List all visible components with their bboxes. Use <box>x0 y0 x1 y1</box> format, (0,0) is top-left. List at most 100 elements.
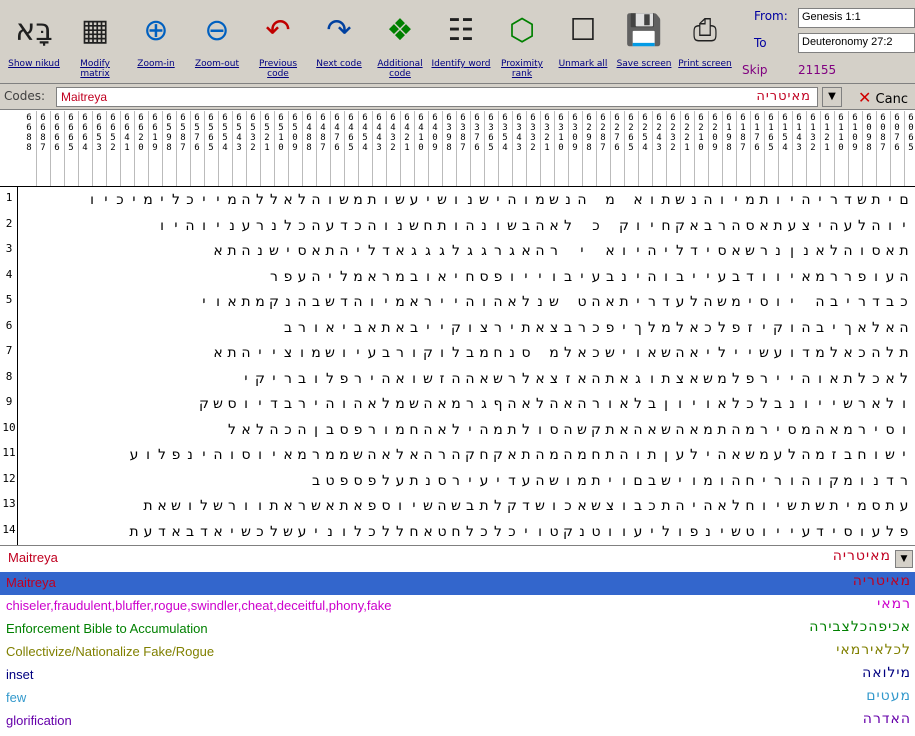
matrix-letter[interactable]: י <box>785 368 799 390</box>
matrix-letter[interactable]: ו <box>771 291 785 313</box>
matrix-letter[interactable]: ו <box>617 470 631 492</box>
matrix-letter[interactable]: א <box>211 240 225 262</box>
matrix-letter[interactable]: ה <box>561 419 575 441</box>
matrix-letter[interactable]: ח <box>421 215 435 237</box>
matrix-letter[interactable]: ש <box>323 291 337 313</box>
matrix-letter[interactable]: ו <box>225 444 239 466</box>
matrix-letter[interactable]: ש <box>575 419 589 441</box>
matrix-letter[interactable]: ה <box>813 419 827 441</box>
matrix-letter[interactable]: א <box>799 266 813 288</box>
matrix-letter[interactable]: ס <box>435 470 449 492</box>
matrix-letter[interactable]: י <box>897 215 911 237</box>
matrix-letter[interactable]: נ <box>323 521 337 543</box>
matrix-letter[interactable]: ו <box>883 215 897 237</box>
matrix-letter[interactable]: ג <box>631 368 645 390</box>
matrix-letter[interactable]: ש <box>743 240 757 262</box>
matrix-letter[interactable]: צ <box>547 317 561 339</box>
matrix-letter[interactable]: ו <box>253 495 267 517</box>
matrix-letter[interactable]: ש <box>603 342 617 364</box>
matrix-letter[interactable]: ה <box>841 240 855 262</box>
matrix-letter[interactable]: ע <box>771 444 785 466</box>
matrix-letter[interactable]: י <box>631 291 645 313</box>
matrix-letter[interactable]: ו <box>771 189 785 211</box>
matrix-letter[interactable]: א <box>239 419 253 441</box>
matrix-letter[interactable]: ש <box>421 495 435 517</box>
matrix-letter[interactable]: א <box>729 444 743 466</box>
matrix-letter[interactable]: ו <box>631 444 645 466</box>
matrix-letter[interactable]: ה <box>449 444 463 466</box>
matrix-letter[interactable]: ו <box>295 342 309 364</box>
matrix-letter[interactable]: ב <box>407 266 421 288</box>
matrix-letter[interactable]: ס <box>715 240 729 262</box>
matrix-letter[interactable]: מ <box>743 189 757 211</box>
matrix-letter[interactable]: י <box>743 342 757 364</box>
matrix-letter[interactable]: י <box>225 521 239 543</box>
matrix-letter[interactable]: מ <box>141 189 155 211</box>
matrix-letter[interactable]: ת <box>141 495 155 517</box>
matrix-letter[interactable]: י <box>701 240 715 262</box>
matrix-letter[interactable]: ה <box>561 444 575 466</box>
matrix-letter[interactable]: ש <box>883 444 897 466</box>
matrix-letter[interactable]: ו <box>603 393 617 415</box>
matrix-letter[interactable]: ו <box>617 495 631 517</box>
matrix-letter[interactable]: ה <box>813 291 827 313</box>
matrix-letter[interactable]: ב <box>323 419 337 441</box>
matrix-letter[interactable]: מ <box>799 419 813 441</box>
matrix-letter[interactable]: ה <box>617 444 631 466</box>
matrix-letter[interactable]: א <box>533 317 547 339</box>
matrix-letter[interactable]: ל <box>491 495 505 517</box>
matrix-letter[interactable]: י <box>743 291 757 313</box>
matrix-letter[interactable]: מ <box>813 342 827 364</box>
matrix-letter[interactable]: נ <box>421 470 435 492</box>
zoom-out-button[interactable]: ⊖ Zoom-out <box>187 4 247 82</box>
zoom-in-button[interactable]: ⊕ Zoom-in <box>126 4 186 82</box>
matrix-letter[interactable]: ח <box>407 419 421 441</box>
matrix-letter[interactable]: מ <box>701 470 715 492</box>
matrix-letter[interactable]: י <box>771 368 785 390</box>
matrix-letter[interactable]: ל <box>155 444 169 466</box>
matrix-letter[interactable]: ש <box>323 342 337 364</box>
matrix-letter[interactable]: פ <box>855 266 869 288</box>
matrix-letter[interactable]: י <box>197 444 211 466</box>
matrix-letter[interactable]: ש <box>659 470 673 492</box>
matrix-letter[interactable]: ל <box>827 342 841 364</box>
matrix-letter[interactable]: א <box>687 342 701 364</box>
matrix-letter[interactable]: א <box>645 419 659 441</box>
matrix-letter[interactable]: י <box>99 189 113 211</box>
matrix-letter[interactable]: ל <box>673 317 687 339</box>
matrix-letter[interactable]: א <box>533 368 547 390</box>
matrix-letter[interactable]: ל <box>855 215 869 237</box>
matrix-letter[interactable]: ן <box>785 240 799 262</box>
matrix-letter[interactable]: ל <box>295 189 309 211</box>
matrix-letter[interactable]: ה <box>589 291 603 313</box>
matrix-letter[interactable]: ת <box>897 240 911 262</box>
matrix-letter[interactable]: ד <box>743 266 757 288</box>
matrix-letter[interactable]: ת <box>659 189 673 211</box>
unmark-all-button[interactable]: ☐ Unmark all <box>553 4 613 82</box>
matrix-letter[interactable]: ו <box>533 419 547 441</box>
matrix-letter[interactable]: ב <box>673 266 687 288</box>
matrix-letter[interactable]: ת <box>127 521 141 543</box>
matrix-letter[interactable]: ע <box>897 495 911 517</box>
matrix-letter[interactable]: ת <box>225 342 239 364</box>
matrix-letter[interactable]: ל <box>267 189 281 211</box>
matrix-letter[interactable]: א <box>855 317 869 339</box>
matrix-letter[interactable]: ח <box>743 470 757 492</box>
matrix-letter[interactable]: ת <box>883 495 897 517</box>
matrix-letter[interactable]: מ <box>757 444 771 466</box>
matrix-letter[interactable]: ע <box>477 470 491 492</box>
matrix-letter[interactable]: א <box>575 368 589 390</box>
matrix-letter[interactable]: ח <box>855 444 869 466</box>
matrix-letter[interactable]: ה <box>295 291 309 313</box>
matrix-letter[interactable]: ה <box>421 444 435 466</box>
matrix-letter[interactable]: י <box>533 266 547 288</box>
matrix-letter[interactable]: א <box>715 495 729 517</box>
matrix-letter[interactable]: ת <box>407 470 421 492</box>
matrix-letter[interactable]: ה <box>239 240 253 262</box>
matrix-letter[interactable]: א <box>883 368 897 390</box>
matrix-letter[interactable]: ע <box>407 189 421 211</box>
matrix-letter[interactable]: ה <box>673 495 687 517</box>
matrix-letter[interactable]: ש <box>855 189 869 211</box>
matrix-letter[interactable]: כ <box>743 393 757 415</box>
matrix-letter[interactable]: י <box>673 470 687 492</box>
